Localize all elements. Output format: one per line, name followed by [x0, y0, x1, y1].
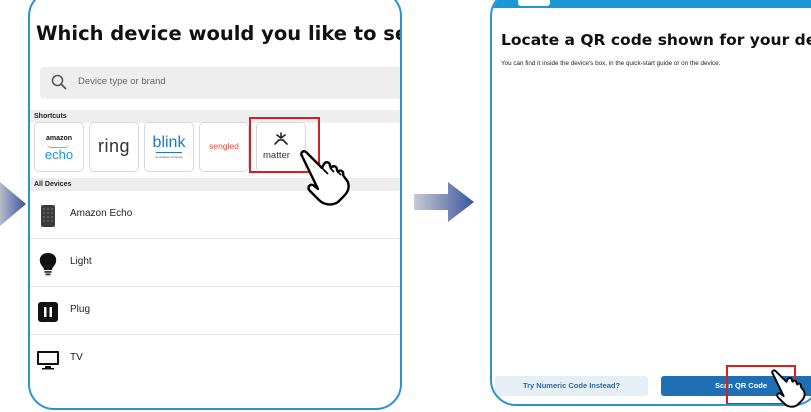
tv-icon: [37, 351, 59, 370]
page-subtitle: You can find it inside the device's box,…: [501, 60, 721, 67]
echo-logo-text: echo: [44, 147, 74, 162]
search-icon: [51, 74, 67, 90]
device-label: Light: [70, 256, 92, 267]
lightbulb-icon: [39, 253, 57, 276]
back-pill[interactable]: [518, 0, 550, 6]
sengled-logo-text: sengled: [209, 141, 239, 151]
shortcut-sengled[interactable]: sengled: [199, 122, 249, 172]
search-input[interactable]: Device type or brand: [40, 67, 400, 99]
list-item-plug[interactable]: Plug: [30, 288, 400, 335]
device-label: Amazon Echo: [70, 208, 133, 219]
hand-pointer-icon: [771, 369, 806, 408]
page-title: Locate a QR code shown for your device: [501, 31, 811, 49]
arrow-right-icon: [414, 182, 474, 222]
top-app-bar: [492, 0, 811, 8]
plug-icon: [38, 302, 58, 322]
search-placeholder: Device type or brand: [78, 76, 166, 87]
echo-speaker-icon: [41, 205, 55, 227]
blink-underline: [156, 152, 182, 153]
try-numeric-code-button[interactable]: Try Numeric Code Instead?: [495, 376, 648, 396]
hand-pointer-icon: [300, 150, 350, 206]
blink-logo-text: blink: [152, 134, 186, 151]
shortcut-amazon-echo[interactable]: amazon echo: [34, 122, 84, 172]
shortcut-blink[interactable]: blink an amazon company: [144, 122, 194, 172]
ring-logo-text: ring: [97, 136, 130, 156]
amazon-logo-text: amazon: [45, 135, 73, 142]
device-label: Plug: [70, 304, 91, 315]
device-label: TV: [70, 352, 83, 363]
shortcut-ring[interactable]: ring: [89, 122, 139, 172]
list-item-tv[interactable]: TV: [30, 336, 400, 383]
blink-tagline: an amazon company: [155, 155, 183, 159]
list-item-light[interactable]: Light: [30, 240, 400, 287]
right-phone-screen: Locate a QR code shown for your device Y…: [490, 0, 811, 406]
page-title: Which device would you like to set up?: [36, 22, 400, 45]
arrow-right-icon: [0, 182, 26, 226]
